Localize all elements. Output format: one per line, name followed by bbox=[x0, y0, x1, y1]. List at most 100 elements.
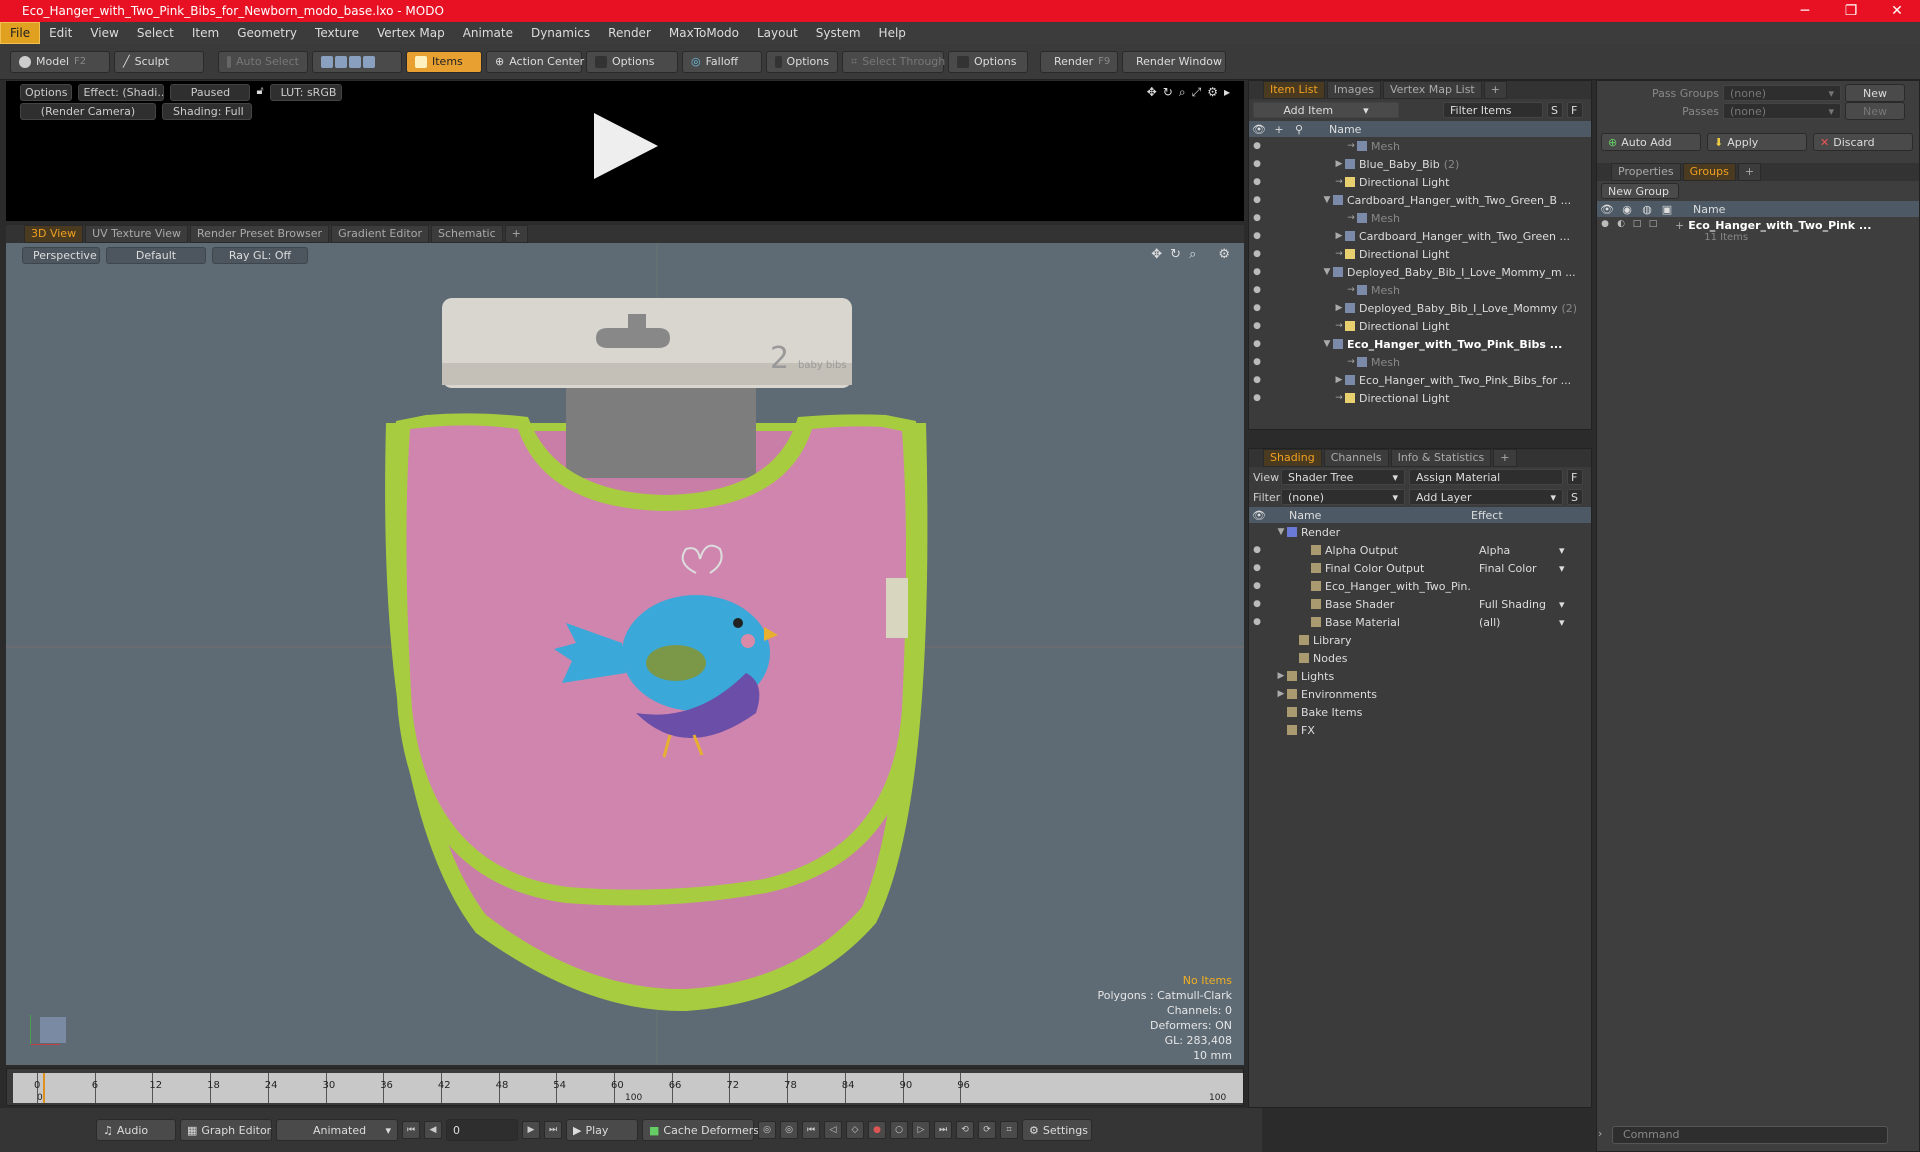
shader-row[interactable]: ● Eco_Hanger_with_Two_Pin... bbox=[1249, 577, 1591, 595]
tab--[interactable]: + bbox=[1483, 81, 1507, 99]
minimize-button[interactable]: ─ bbox=[1782, 3, 1828, 19]
preview-paused-button[interactable]: Paused bbox=[170, 84, 251, 101]
render-button[interactable]: Render F9 bbox=[1040, 50, 1118, 73]
auto-select-button[interactable]: Auto Select bbox=[218, 50, 308, 73]
tab-images[interactable]: Images bbox=[1326, 81, 1381, 99]
eye-icon[interactable]: ● bbox=[1249, 141, 1265, 151]
prev-frame-icon[interactable]: ◀ bbox=[424, 1121, 442, 1139]
item-row[interactable]: ● → Mesh bbox=[1249, 281, 1591, 299]
default-dropdown[interactable]: Default bbox=[106, 247, 206, 264]
tab--[interactable]: + bbox=[1737, 163, 1762, 181]
tab-3d-view[interactable]: 3D View bbox=[24, 225, 84, 243]
prev-key2-icon[interactable]: ◁ bbox=[824, 1121, 842, 1139]
preview-camera-dropdown[interactable]: (Render Camera) bbox=[20, 103, 156, 120]
item-row[interactable]: ● → Directional Light bbox=[1249, 245, 1591, 263]
3d-viewport[interactable]: 2 baby bibs Perspective Default Ray GL: … bbox=[6, 243, 1244, 1065]
model-button[interactable]: Model F2 bbox=[10, 50, 110, 73]
expand-open-icon[interactable]: ▼ bbox=[1321, 339, 1333, 349]
select-through-button[interactable]: ⌗ Select Through bbox=[842, 50, 945, 73]
passes-dropdown[interactable]: (none) ▾ bbox=[1723, 103, 1841, 119]
menu-system[interactable]: System bbox=[807, 23, 870, 43]
menu-edit[interactable]: Edit bbox=[40, 23, 81, 43]
items-mode-button[interactable]: Items bbox=[406, 50, 482, 73]
action-center-options-button[interactable]: Options bbox=[586, 50, 678, 73]
item-row[interactable]: ● ▼ Deployed_Baby_Bib_I_Love_Mommy_m ... bbox=[1249, 263, 1591, 281]
lock-toggle-icon[interactable]: □ bbox=[1629, 219, 1645, 229]
eye-icon[interactable]: ● bbox=[1249, 599, 1265, 609]
prev-key-icon[interactable]: ⏮ bbox=[802, 1121, 820, 1139]
tab--[interactable]: + bbox=[1493, 449, 1517, 467]
auto-add-button[interactable]: ⊕ Auto Add bbox=[1601, 133, 1701, 151]
menu-geometry[interactable]: Geometry bbox=[228, 23, 306, 43]
chevron-down-icon[interactable]: ▾ bbox=[1559, 598, 1565, 611]
item-row[interactable]: ● ▶ Blue_Baby_Bib (2) bbox=[1249, 155, 1591, 173]
add-item-dropdown[interactable]: Add Item ▾ bbox=[1253, 102, 1399, 118]
eye-icon[interactable]: ● bbox=[1249, 393, 1265, 403]
view-dropdown[interactable]: Shader Tree ▾ bbox=[1281, 469, 1405, 485]
maximize-icon[interactable]: ⤢ bbox=[1192, 85, 1202, 100]
eye-icon[interactable]: ● bbox=[1249, 563, 1265, 573]
tab--[interactable]: + bbox=[504, 225, 528, 243]
item-row[interactable]: ● → Directional Light bbox=[1249, 173, 1591, 191]
eye-icon[interactable]: ● bbox=[1249, 213, 1265, 223]
select-toggle-icon[interactable]: □ bbox=[1645, 219, 1661, 229]
eye-icon[interactable]: ● bbox=[1249, 177, 1265, 187]
shader-row[interactable]: ● Alpha Output Alpha ▾ bbox=[1249, 541, 1591, 559]
expand-open-icon[interactable]: ▼ bbox=[1321, 195, 1333, 205]
menu-help[interactable]: Help bbox=[870, 23, 915, 43]
render-window-button[interactable]: Render Window bbox=[1122, 50, 1226, 73]
first-frame-icon[interactable]: ⏮ bbox=[402, 1121, 420, 1139]
item-row[interactable]: ● ▶ Cardboard_Hanger_with_Two_Green ... bbox=[1249, 227, 1591, 245]
expand-icon[interactable]: + bbox=[1675, 219, 1684, 232]
shader-row[interactable]: FX bbox=[1249, 721, 1591, 739]
pass-groups-dropdown[interactable]: (none) ▾ bbox=[1723, 85, 1841, 101]
item-row[interactable]: ● ▶ Eco_Hanger_with_Two_Pink_Bibs_for ... bbox=[1249, 371, 1591, 389]
eye-icon[interactable]: ● bbox=[1249, 617, 1265, 627]
autokey-icon[interactable]: ◇ bbox=[846, 1121, 864, 1139]
gear-icon[interactable]: ⚙ bbox=[1218, 247, 1230, 262]
menu-view[interactable]: View bbox=[81, 23, 127, 43]
f-button[interactable]: F bbox=[1567, 102, 1583, 118]
expand-open-icon[interactable]: ▼ bbox=[1321, 267, 1333, 277]
tab-properties[interactable]: Properties bbox=[1611, 163, 1681, 181]
tab-info-statistics[interactable]: Info & Statistics bbox=[1390, 449, 1492, 467]
arrow-right-icon[interactable]: ▸ bbox=[1224, 85, 1230, 100]
tab-render-preset-browser[interactable]: Render Preset Browser bbox=[190, 225, 330, 243]
material-mode-icon[interactable] bbox=[363, 55, 375, 68]
timeline[interactable]: 0 100 100 0 6 12 18 24 30 36 42 48 54 60 66 72 78 84 90… bbox=[6, 1068, 1244, 1106]
item-row[interactable]: ● → Mesh bbox=[1249, 209, 1591, 227]
shader-row[interactable]: ● Base Material (all) ▾ bbox=[1249, 613, 1591, 631]
edge-mode-icon[interactable] bbox=[335, 55, 347, 68]
lock-icon[interactable]: 🔓︎ bbox=[256, 84, 263, 101]
eye-icon[interactable]: ● bbox=[1249, 545, 1265, 555]
menu-render[interactable]: Render bbox=[599, 23, 660, 43]
expand-icon[interactable]: ▶ bbox=[1275, 671, 1287, 681]
sculpt-button[interactable]: ╱ Sculpt bbox=[114, 50, 204, 73]
action-center-button[interactable]: ⊕ Action Center bbox=[486, 50, 584, 73]
play-button[interactable]: ▶ Play bbox=[566, 1119, 638, 1141]
menu-layout[interactable]: Layout bbox=[748, 23, 807, 43]
perspective-dropdown[interactable]: Perspective bbox=[22, 247, 100, 264]
play-icon[interactable] bbox=[594, 113, 658, 179]
shader-row[interactable]: Bake Items bbox=[1249, 703, 1591, 721]
chevron-down-icon[interactable]: ▾ bbox=[1559, 562, 1565, 575]
graph-editor-button[interactable]: ▦ Graph Editor bbox=[180, 1119, 272, 1141]
menu-animate[interactable]: Animate bbox=[454, 23, 522, 43]
audio-button[interactable]: ♫ Audio bbox=[96, 1119, 176, 1141]
zoom-icon[interactable]: ⌕ bbox=[1179, 85, 1186, 100]
menu-dynamics[interactable]: Dynamics bbox=[522, 23, 599, 43]
rotate-icon[interactable]: ↻ bbox=[1170, 247, 1181, 262]
new-group-button[interactable]: New Group bbox=[1601, 183, 1679, 199]
item-row[interactable]: ● ▼ Eco_Hanger_with_Two_Pink_Bibs ... bbox=[1249, 335, 1591, 353]
shader-effect[interactable]: (all) bbox=[1479, 616, 1559, 629]
shader-effect[interactable]: Full Shading bbox=[1479, 598, 1559, 611]
cache-deformers-button[interactable]: ■ Cache Deformers bbox=[642, 1119, 759, 1141]
last-frame-icon[interactable]: ⏭ bbox=[544, 1121, 562, 1139]
new-pass-button[interactable]: New bbox=[1845, 102, 1905, 120]
eye-icon[interactable]: ● bbox=[1249, 357, 1265, 367]
menu-select[interactable]: Select bbox=[128, 23, 183, 43]
zoom-icon[interactable]: ⌕ bbox=[1189, 247, 1196, 262]
tab-schematic[interactable]: Schematic bbox=[431, 225, 503, 243]
tab-groups[interactable]: Groups bbox=[1682, 163, 1736, 181]
expand-closed-icon[interactable]: ▶ bbox=[1333, 159, 1345, 169]
